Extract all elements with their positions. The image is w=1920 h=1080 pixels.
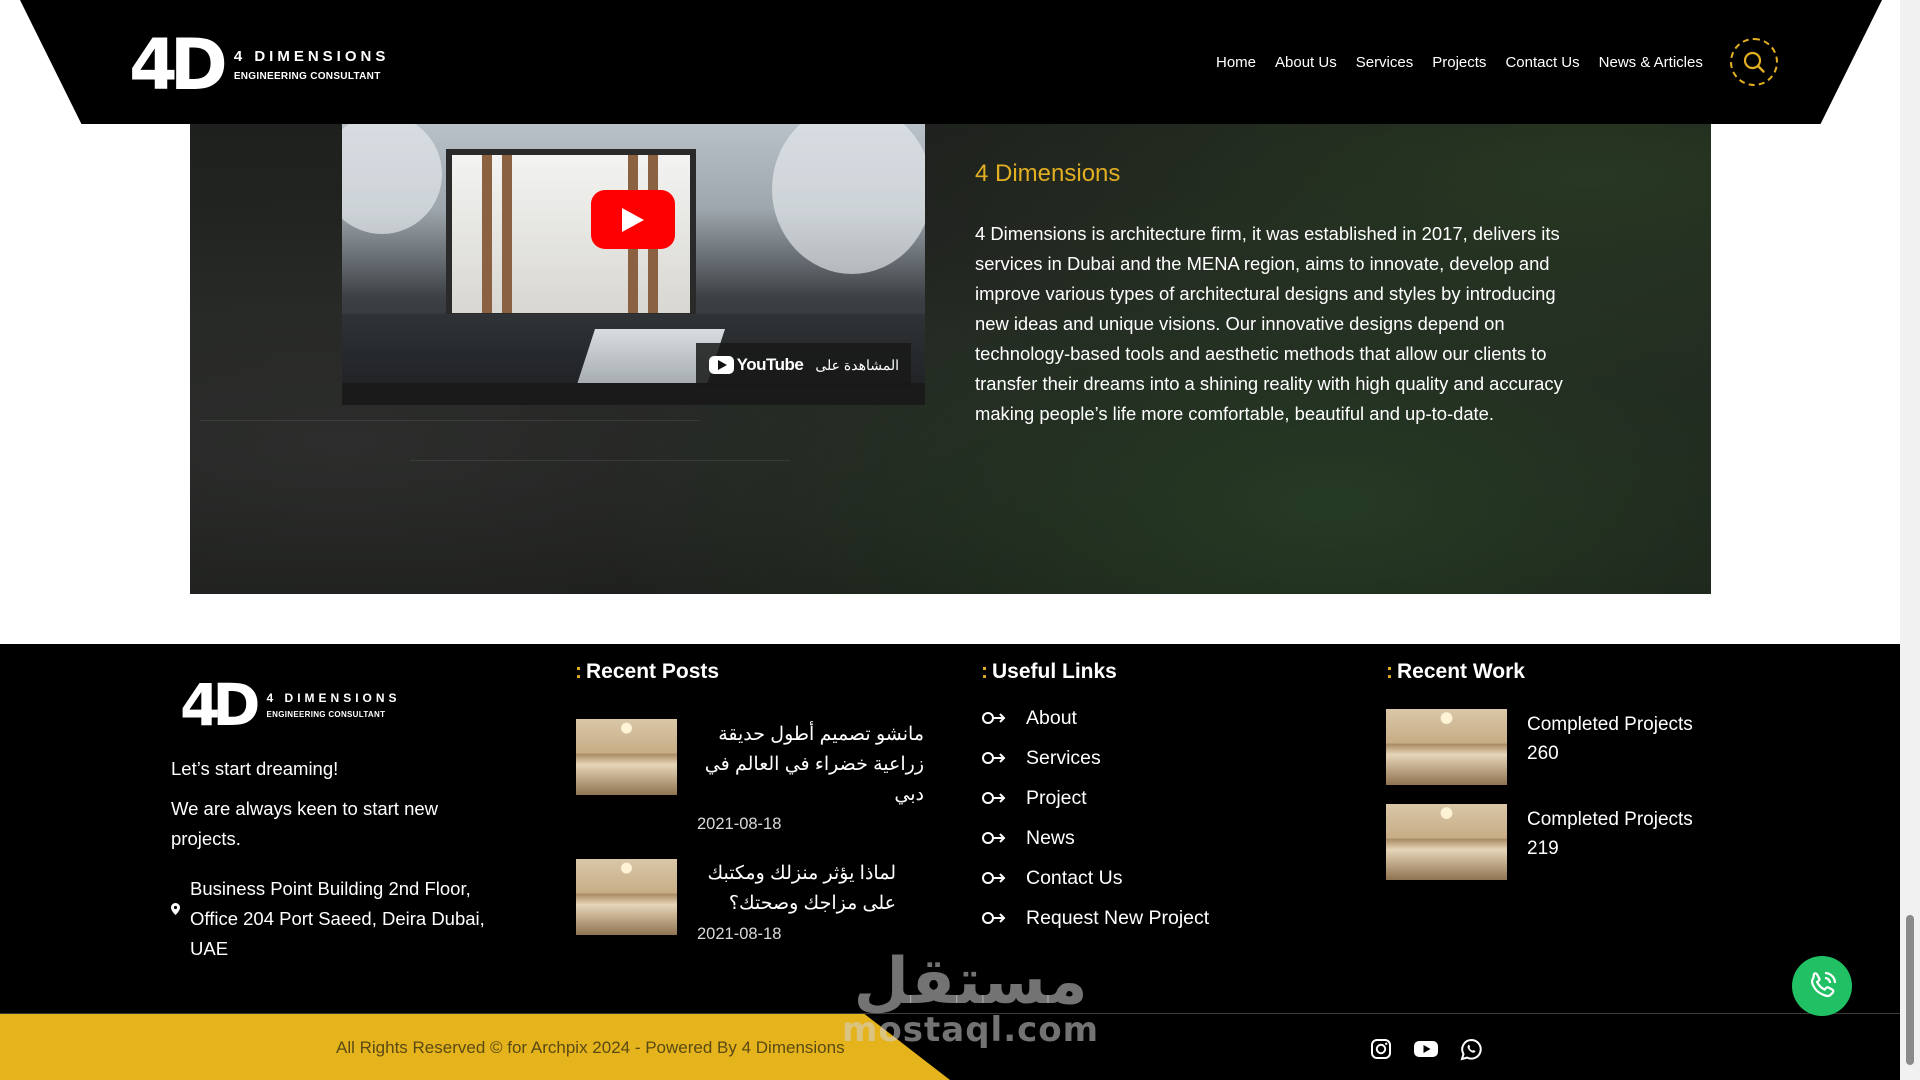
recent-posts-title: : Recent Posts bbox=[575, 660, 720, 683]
video-tree bbox=[772, 124, 925, 274]
whatsapp-link[interactable] bbox=[1458, 1036, 1484, 1062]
about-title: 4 Dimensions bbox=[975, 160, 1121, 187]
footer-logo[interactable]: 4D 4 DIMENSIONS ENGINEERING CONSULTANT bbox=[180, 676, 401, 734]
main-nav: Home About Us Services Projects Contact … bbox=[1216, 54, 1722, 71]
play-button[interactable] bbox=[591, 190, 675, 249]
decor-line bbox=[410, 460, 790, 461]
work-title[interactable]: Completed Projects 219 bbox=[1527, 805, 1693, 863]
nav-projects[interactable]: Projects bbox=[1432, 54, 1486, 71]
logo-brand: 4 DIMENSIONS bbox=[233, 48, 390, 65]
house-slat bbox=[482, 155, 492, 313]
youtube-video[interactable]: YouTube المشاهدة على bbox=[342, 124, 925, 405]
search-icon bbox=[1743, 51, 1765, 73]
post-title[interactable]: لماذا يؤثر منزلك ومكتبك على مزاجك وصحتك؟ bbox=[696, 859, 896, 919]
youtube-icon bbox=[1414, 1041, 1438, 1057]
link-news[interactable]: News bbox=[982, 818, 1209, 858]
video-tree bbox=[342, 124, 442, 234]
whatsapp-icon bbox=[1460, 1038, 1482, 1060]
logo-subtitle: ENGINEERING CONSULTANT bbox=[233, 71, 381, 82]
instagram-link[interactable] bbox=[1368, 1036, 1394, 1062]
header-logo[interactable]: 4D 4 DIMENSIONS ENGINEERING CONSULTANT bbox=[129, 30, 389, 100]
link-about[interactable]: About bbox=[982, 698, 1209, 738]
youtube-link[interactable] bbox=[1413, 1036, 1439, 1062]
logo-brand: 4 DIMENSIONS bbox=[266, 691, 401, 705]
watermark-latin: mostaql.com bbox=[842, 1010, 1100, 1050]
link-services[interactable]: Services bbox=[982, 738, 1209, 778]
youtube-logo-text: YouTube bbox=[736, 355, 804, 374]
watch-on-label: المشاهدة على bbox=[815, 356, 899, 373]
nav-home[interactable]: Home bbox=[1216, 54, 1256, 71]
location-icon bbox=[171, 902, 180, 920]
youtube-icon bbox=[708, 356, 734, 374]
watch-on-youtube[interactable]: YouTube المشاهدة على bbox=[696, 343, 911, 387]
work-title[interactable]: Completed Projects 260 bbox=[1527, 710, 1693, 768]
link-request-project[interactable]: Request New Project bbox=[982, 898, 1209, 938]
page-scrollbar[interactable] bbox=[1900, 0, 1920, 1080]
nav-contact[interactable]: Contact Us bbox=[1505, 54, 1579, 71]
arrow-key-icon bbox=[982, 792, 1006, 804]
nav-services[interactable]: Services bbox=[1356, 54, 1414, 71]
phone-icon bbox=[1810, 971, 1837, 998]
nav-about[interactable]: About Us bbox=[1275, 54, 1337, 71]
post-thumbnail[interactable] bbox=[576, 859, 677, 935]
play-icon bbox=[622, 207, 644, 232]
watermark-arabic: مستقل bbox=[853, 945, 1088, 1019]
decor-line bbox=[200, 420, 700, 421]
scrollbar-thumb[interactable] bbox=[1906, 915, 1914, 1065]
useful-links-title: : Useful Links bbox=[981, 660, 1117, 683]
footer-keen-text: We are always keen to start new projects… bbox=[171, 798, 439, 849]
logo-mark: 4D bbox=[180, 671, 260, 739]
logo-subtitle: ENGINEERING CONSULTANT bbox=[266, 710, 386, 719]
useful-links-list: About Services Project News Contact Us R… bbox=[982, 698, 1209, 938]
link-contact[interactable]: Contact Us bbox=[982, 858, 1209, 898]
arrow-key-icon bbox=[982, 712, 1006, 724]
link-project[interactable]: Project bbox=[982, 778, 1209, 818]
about-text: 4 Dimensions is architecture firm, it wa… bbox=[975, 223, 1563, 424]
site-watermark: مستقل mostaql.com bbox=[842, 950, 1099, 1050]
arrow-key-icon bbox=[982, 912, 1006, 924]
post-thumbnail[interactable] bbox=[576, 719, 677, 795]
footer-address: Business Point Building 2nd Floor, Offic… bbox=[190, 878, 485, 959]
work-thumbnail[interactable] bbox=[1386, 709, 1507, 785]
work-thumbnail[interactable] bbox=[1386, 804, 1507, 880]
recent-work-title: : Recent Work bbox=[1386, 660, 1525, 683]
logo-mark: 4D bbox=[129, 24, 228, 106]
house-slat bbox=[502, 155, 512, 313]
search-button[interactable] bbox=[1730, 38, 1778, 86]
post-date: 2021-08-18 bbox=[697, 815, 782, 833]
footer-tagline: Let’s start dreaming! bbox=[171, 758, 339, 779]
arrow-key-icon bbox=[982, 752, 1006, 764]
arrow-key-icon bbox=[982, 872, 1006, 884]
youtube-logo: YouTube bbox=[708, 355, 804, 375]
copyright-text: All Rights Reserved © for Archpix 2024 -… bbox=[336, 1038, 845, 1057]
nav-news[interactable]: News & Articles bbox=[1599, 54, 1703, 71]
call-button[interactable] bbox=[1792, 956, 1852, 1016]
post-date: 2021-08-18 bbox=[697, 925, 782, 943]
instagram-icon bbox=[1371, 1039, 1391, 1059]
arrow-key-icon bbox=[982, 832, 1006, 844]
post-title[interactable]: مانشو تصميم أطول حديقة زراعية خضراء في ا… bbox=[696, 720, 924, 810]
